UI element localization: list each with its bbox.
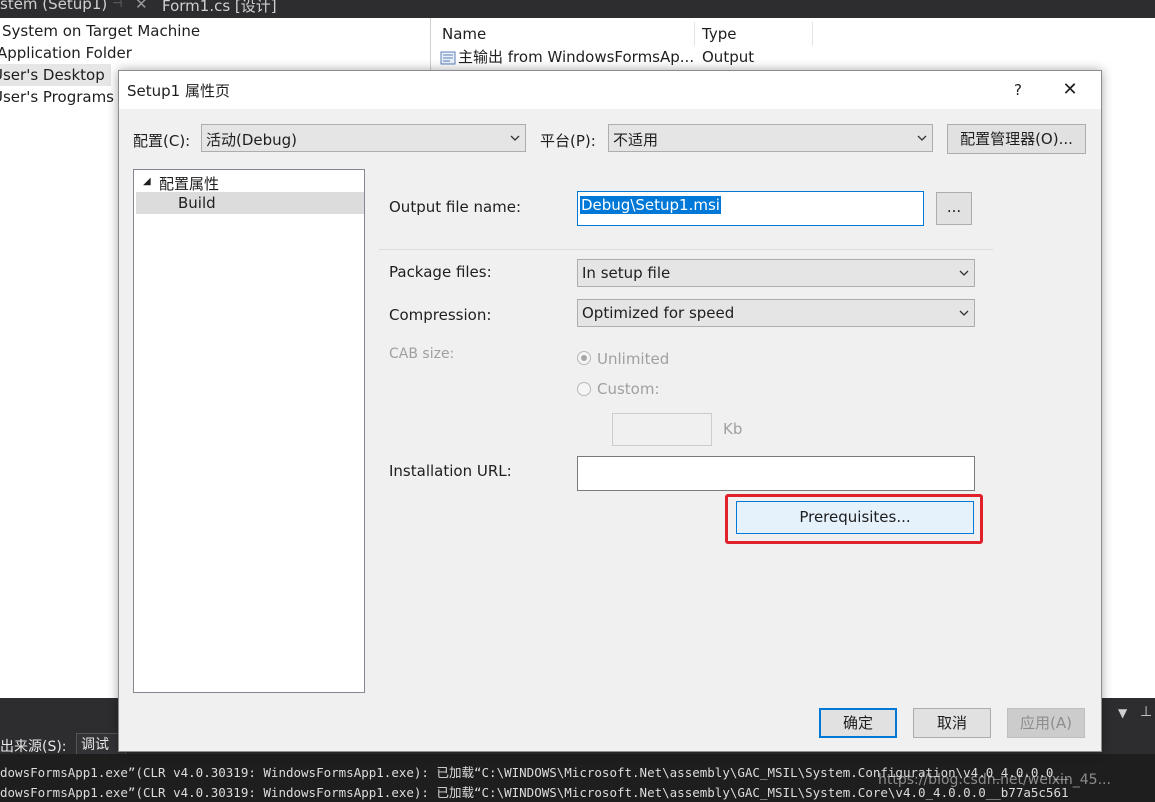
output-source-label: 出来源(S): xyxy=(0,739,67,755)
package-files-select[interactable]: In setup file xyxy=(577,259,975,287)
setup1-property-pages-dialog: Setup1 属性页 ? ✕ 配置(C): 活动(Debug) 平台(P): 不… xyxy=(118,70,1102,752)
highlight-box xyxy=(725,494,983,544)
tab-setup-file-system[interactable]: stem (Setup1) xyxy=(0,0,107,15)
cab-unlimited-label: Unlimited xyxy=(597,350,670,368)
cab-size-label: CAB size: xyxy=(389,346,455,362)
output-file-name-value: Debug\Setup1.msi xyxy=(580,196,721,214)
help-button[interactable]: ? xyxy=(1003,75,1033,105)
cab-custom-label: Custom: xyxy=(597,380,660,398)
chevron-down-icon[interactable]: ▼ xyxy=(1118,706,1127,720)
tree-item-application-folder[interactable]: Application Folder xyxy=(0,42,132,64)
config-select[interactable]: 活动(Debug) xyxy=(201,124,526,152)
chevron-down-icon xyxy=(959,310,969,316)
pin-icon[interactable]: ⊥ xyxy=(1140,704,1152,720)
output-file-name-field[interactable]: Debug\Setup1.msi xyxy=(577,191,924,226)
close-button[interactable]: ✕ xyxy=(1055,75,1085,105)
platform-select[interactable]: 不适用 xyxy=(608,124,933,152)
config-properties-tree: ◢ 配置属性 Build xyxy=(133,169,365,693)
watermark: https://blog.csdn.net/weixin_45... xyxy=(878,772,1111,788)
package-files-label: Package files: xyxy=(389,263,492,281)
package-files-value: In setup file xyxy=(582,264,671,282)
compression-select[interactable]: Optimized for speed xyxy=(577,299,975,327)
tree-item-build[interactable]: Build xyxy=(136,192,364,214)
column-header-name[interactable]: Name xyxy=(436,22,695,46)
output-file-name-label: Output file name: xyxy=(389,198,522,216)
apply-button[interactable]: 应用(A) xyxy=(1007,708,1085,738)
tree-item-build-label: Build xyxy=(178,194,216,212)
radio-selected-dot xyxy=(581,355,587,361)
close-icon[interactable]: ✕ xyxy=(135,0,148,13)
cab-custom-size-field[interactable] xyxy=(612,413,712,446)
tree-item-users-desktop[interactable]: User's Desktop xyxy=(0,64,111,86)
config-label: 配置(C): xyxy=(133,132,191,150)
cab-unit-label: Kb xyxy=(723,420,743,438)
installation-url-label: Installation URL: xyxy=(389,462,512,480)
output-file-icon xyxy=(440,50,456,66)
cab-custom-radio[interactable] xyxy=(577,382,591,396)
ide-tab-bar: stem (Setup1) ⊣ ✕ Form1.cs [设计] xyxy=(0,0,1155,18)
browse-button[interactable]: ... xyxy=(936,192,972,225)
cab-unlimited-radio[interactable] xyxy=(577,351,591,365)
ok-button[interactable]: 确定 xyxy=(819,708,897,738)
chevron-down-icon xyxy=(917,135,927,141)
list-cell-name[interactable]: 主输出 from WindowsFormsAp... xyxy=(458,46,694,68)
chevron-down-icon xyxy=(959,270,969,276)
dialog-title-bar[interactable]: Setup1 属性页 ? ✕ xyxy=(119,71,1101,109)
compression-label: Compression: xyxy=(389,306,492,324)
tree-item-config-properties[interactable]: 配置属性 xyxy=(159,173,219,194)
installation-url-field[interactable] xyxy=(577,456,975,491)
config-manager-button[interactable]: 配置管理器(O)... xyxy=(947,124,1086,154)
compression-value: Optimized for speed xyxy=(582,304,735,322)
separator xyxy=(379,249,993,250)
column-header-type[interactable]: Type xyxy=(696,22,813,46)
dialog-title: Setup1 属性页 xyxy=(127,82,230,100)
tab-form1-design[interactable]: Form1.cs [设计] xyxy=(162,0,277,15)
config-select-value: 活动(Debug) xyxy=(206,131,298,149)
cancel-button[interactable]: 取消 xyxy=(913,708,991,738)
platform-label: 平台(P): xyxy=(540,132,596,150)
list-cell-type: Output xyxy=(702,48,755,66)
pin-icon[interactable]: ⊣ xyxy=(112,0,122,10)
chevron-down-icon xyxy=(510,135,520,141)
tree-item-target-machine[interactable]: System on Target Machine xyxy=(2,20,200,42)
expand-triangle-icon[interactable]: ◢ xyxy=(143,176,151,187)
platform-select-value: 不适用 xyxy=(613,131,659,149)
